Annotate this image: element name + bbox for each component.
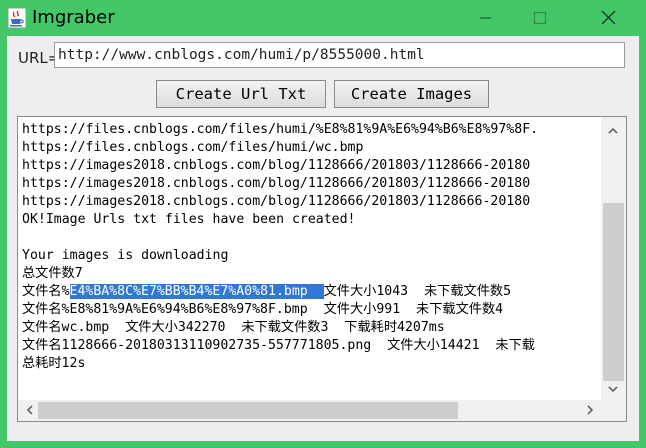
selected-text: E4%BA%8C%E7%BB%B4%E7%A0%81.bmp — [69, 284, 324, 299]
app-window: Imgraber URL= http://www.cnblogs.com/hum… — [0, 0, 646, 448]
title-bar[interactable]: Imgraber — [0, 0, 646, 36]
maximize-icon[interactable] — [517, 0, 563, 36]
log-line: OK!Image Urls txt files have been create… — [22, 212, 356, 227]
log-line: 总耗时12s — [22, 356, 86, 371]
horizontal-scrollbar[interactable] — [18, 400, 601, 421]
chevron-down-icon[interactable] — [603, 379, 623, 399]
log-line: 文件名wc.bmp 文件大小342270 未下载文件数3 下载耗时4207ms — [22, 320, 445, 335]
create-images-button[interactable]: Create Images — [334, 80, 489, 108]
chevron-left-icon[interactable] — [20, 400, 40, 420]
log-line: https://files.cnblogs.com/files/humi/wc.… — [22, 140, 364, 155]
minimize-icon[interactable] — [462, 0, 508, 36]
log-line: https://images2018.cnblogs.com/blog/1128… — [22, 158, 531, 173]
close-icon[interactable] — [585, 0, 631, 36]
log-line-prefix: 文件名% — [22, 284, 70, 299]
log-line: 文件名1128666-20180313110902735-557771805.p… — [22, 338, 535, 353]
java-coffee-cup-icon — [8, 8, 26, 28]
log-line-with-selection: 文件名%E4%BA%8C%E7%BB%B4%E7%A0%81.bmp 文件大小1… — [22, 283, 598, 301]
log-line: 总文件数7 — [22, 266, 83, 281]
url-input[interactable]: http://www.cnblogs.com/humi/p/8555000.ht… — [54, 42, 625, 68]
log-line: https://files.cnblogs.com/files/humi/%E8… — [22, 122, 539, 137]
horizontal-scrollbar-thumb[interactable] — [38, 402, 458, 419]
vertical-scrollbar-thumb[interactable] — [603, 203, 624, 381]
chevron-right-icon[interactable] — [580, 400, 600, 420]
log-content[interactable]: https://files.cnblogs.com/files/humi/%E8… — [22, 121, 598, 391]
log-text-area[interactable]: https://files.cnblogs.com/files/humi/%E8… — [17, 116, 627, 422]
create-url-txt-button[interactable]: Create Url Txt — [156, 80, 326, 108]
log-line: Your images is downloading — [22, 248, 229, 263]
vertical-scrollbar[interactable] — [601, 117, 626, 400]
window-title: Imgraber — [32, 7, 115, 28]
main-panel: URL= http://www.cnblogs.com/humi/p/85550… — [7, 36, 639, 441]
scrollbar-corner — [601, 400, 626, 421]
log-line: https://images2018.cnblogs.com/blog/1128… — [22, 176, 531, 191]
log-line-suffix: 文件大小1043 未下载文件数5 — [323, 284, 512, 299]
chevron-up-icon[interactable] — [603, 121, 623, 141]
log-line: https://images2018.cnblogs.com/blog/1128… — [22, 194, 531, 209]
log-line: 文件名%E8%81%9A%E6%94%B6%E8%97%8F.bmp 文件大小9… — [22, 302, 504, 317]
